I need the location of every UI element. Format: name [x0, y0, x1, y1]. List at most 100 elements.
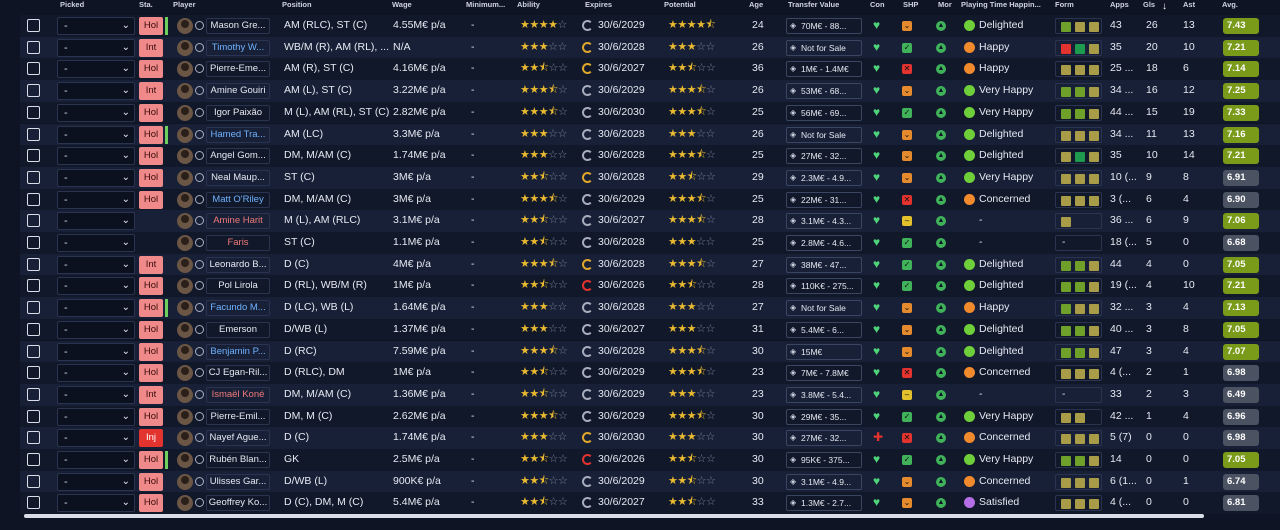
transfer-value[interactable]: 1.3M€ - 2.7...: [786, 495, 862, 512]
picked-select[interactable]: - ⌄: [57, 494, 135, 513]
transfer-value[interactable]: 29M€ - 35...: [786, 408, 862, 425]
status-badge[interactable]: Hol: [139, 147, 163, 166]
picked-select[interactable]: - ⌄: [57, 429, 135, 448]
status-badge[interactable]: Hol: [139, 494, 163, 513]
transfer-value[interactable]: 56M€ - 69...: [786, 104, 862, 121]
picked-select[interactable]: - ⌄: [57, 277, 135, 296]
transfer-value[interactable]: 7M€ - 7.8M€: [786, 365, 862, 382]
status-badge[interactable]: Hol: [139, 277, 163, 296]
status-badge[interactable]: Hol: [139, 103, 163, 122]
header-minimum-fee[interactable]: Minimum...: [466, 0, 505, 9]
player-info-icon[interactable]: [195, 411, 204, 421]
status-badge[interactable]: Hol: [139, 299, 163, 318]
table-row[interactable]: - ⌄ Hol Facundo M... D (LC), WB (L) 1.64M€ p/…: [20, 297, 1280, 319]
status-badge[interactable]: Int: [139, 82, 163, 101]
player-name[interactable]: Ismaël Koné: [206, 386, 270, 403]
player-info-icon[interactable]: [195, 64, 204, 74]
row-checkbox[interactable]: [27, 62, 40, 76]
row-checkbox[interactable]: [27, 301, 40, 315]
picked-select[interactable]: - ⌄: [57, 255, 135, 274]
header-position[interactable]: Position: [282, 0, 312, 9]
row-checkbox[interactable]: [27, 127, 40, 141]
row-checkbox[interactable]: [27, 387, 40, 401]
transfer-value[interactable]: 22M€ - 31...: [786, 191, 862, 208]
transfer-value[interactable]: 5.4M€ - 6...: [786, 321, 862, 338]
transfer-value[interactable]: 53M€ - 68...: [786, 83, 862, 100]
row-checkbox[interactable]: [27, 322, 40, 336]
player-info-icon[interactable]: [195, 151, 204, 161]
row-checkbox[interactable]: [27, 474, 40, 488]
player-info-icon[interactable]: [195, 324, 204, 334]
picked-select[interactable]: - ⌄: [57, 60, 135, 79]
transfer-value[interactable]: 38M€ - 47...: [786, 256, 862, 273]
transfer-value[interactable]: 70M€ - 88...: [786, 18, 862, 34]
status-badge[interactable]: Hol: [139, 190, 163, 209]
player-info-icon[interactable]: [195, 194, 204, 204]
row-checkbox[interactable]: [27, 236, 40, 249]
row-checkbox[interactable]: [27, 257, 40, 271]
row-checkbox[interactable]: [27, 409, 40, 423]
picked-select[interactable]: - ⌄: [57, 299, 135, 318]
row-checkbox[interactable]: [27, 214, 40, 228]
transfer-value[interactable]: 110K€ - 275...: [786, 278, 862, 295]
status-badge[interactable]: Hol: [139, 320, 163, 339]
header-shp[interactable]: SHP: [903, 0, 918, 9]
transfer-value[interactable]: 95K€ - 375...: [786, 452, 862, 468]
row-checkbox[interactable]: [27, 496, 40, 510]
player-name[interactable]: Timothy W...: [206, 39, 270, 56]
table-row[interactable]: - ⌄ Hol Rubén Blan... GK 2.5M€ p/a - ★★⯪☆☆ 30/6/…: [20, 449, 1280, 471]
row-checkbox[interactable]: [27, 279, 40, 293]
header-age[interactable]: Age: [749, 0, 763, 9]
header-picked[interactable]: Picked: [60, 0, 84, 9]
picked-select[interactable]: - ⌄: [57, 168, 135, 187]
player-info-icon[interactable]: [195, 455, 204, 464]
player-name[interactable]: Hamed Tra...: [206, 126, 270, 143]
transfer-value[interactable]: 3.1M€ - 4.3...: [786, 213, 862, 230]
player-info-icon[interactable]: [195, 172, 204, 182]
transfer-value[interactable]: 27M€ - 32...: [786, 430, 862, 447]
player-info-icon[interactable]: [195, 368, 204, 378]
picked-select[interactable]: - ⌄: [57, 38, 135, 57]
player-info-icon[interactable]: [195, 42, 204, 52]
player-info-icon[interactable]: [195, 389, 204, 399]
player-name[interactable]: Pierre-Eme...: [206, 61, 270, 78]
row-checkbox[interactable]: [27, 344, 40, 358]
player-name[interactable]: Nayef Ague...: [206, 430, 270, 447]
header-apps[interactable]: Apps: [1110, 0, 1129, 9]
table-row[interactable]: - ⌄ Inj Nayef Ague... D (C) 1.74M€ p/a - ★★★☆☆ 3…: [20, 427, 1280, 449]
transfer-value[interactable]: Not for Sale: [786, 300, 862, 317]
player-name[interactable]: Ulisses Gar...: [206, 473, 270, 490]
header-playing-time[interactable]: Playing Time Happin...: [961, 0, 1041, 9]
header-avg[interactable]: Avg.: [1222, 0, 1238, 9]
player-info-icon[interactable]: [195, 86, 204, 96]
header-player[interactable]: Player: [173, 0, 196, 9]
sort-descending-icon[interactable]: ↓: [1162, 1, 1167, 12]
player-name[interactable]: Angel Gom...: [206, 148, 270, 165]
table-row[interactable]: - ⌄ Hol Neal Maup... ST (C) 3M€ p/a - ★★⯪☆☆ 30/6…: [20, 166, 1280, 189]
picked-select[interactable]: - ⌄: [57, 385, 135, 404]
table-row[interactable]: - ⌄ Hol CJ Egan-Ril... D (RLC), DM 1M€ p/a - ★★…: [20, 362, 1280, 384]
header-ability[interactable]: Ability: [517, 0, 540, 9]
picked-select[interactable]: - ⌄: [57, 364, 135, 383]
header-expires[interactable]: Expires: [585, 0, 612, 9]
player-name[interactable]: Geoffrey Ko...: [206, 495, 270, 512]
row-checkbox[interactable]: [27, 84, 40, 98]
header-transfer-value[interactable]: Transfer Value: [788, 0, 839, 9]
player-name[interactable]: Pierre-Emil...: [206, 408, 270, 425]
table-row[interactable]: - ⌄ Hol Pol Lirola D (RL), WB/M (R) 1M€ p/a - ★…: [20, 275, 1280, 298]
status-badge[interactable]: Hol: [139, 168, 163, 187]
player-info-icon[interactable]: [195, 259, 204, 269]
status-badge[interactable]: Int: [139, 38, 163, 57]
transfer-value[interactable]: 2.3M€ - 4.9...: [786, 169, 862, 186]
header-wage[interactable]: Wage: [392, 0, 412, 9]
row-checkbox[interactable]: [27, 19, 40, 32]
row-checkbox[interactable]: [27, 170, 40, 184]
picked-select[interactable]: - ⌄: [57, 82, 135, 101]
player-info-icon[interactable]: [195, 21, 204, 30]
player-name[interactable]: Rubén Blan...: [206, 452, 270, 468]
horizontal-scrollbar[interactable]: [24, 514, 1204, 518]
player-info-icon[interactable]: [195, 129, 204, 139]
player-name[interactable]: Neal Maup...: [206, 169, 270, 186]
player-name[interactable]: Amine Harit: [206, 213, 270, 230]
picked-select[interactable]: - ⌄: [57, 17, 135, 35]
